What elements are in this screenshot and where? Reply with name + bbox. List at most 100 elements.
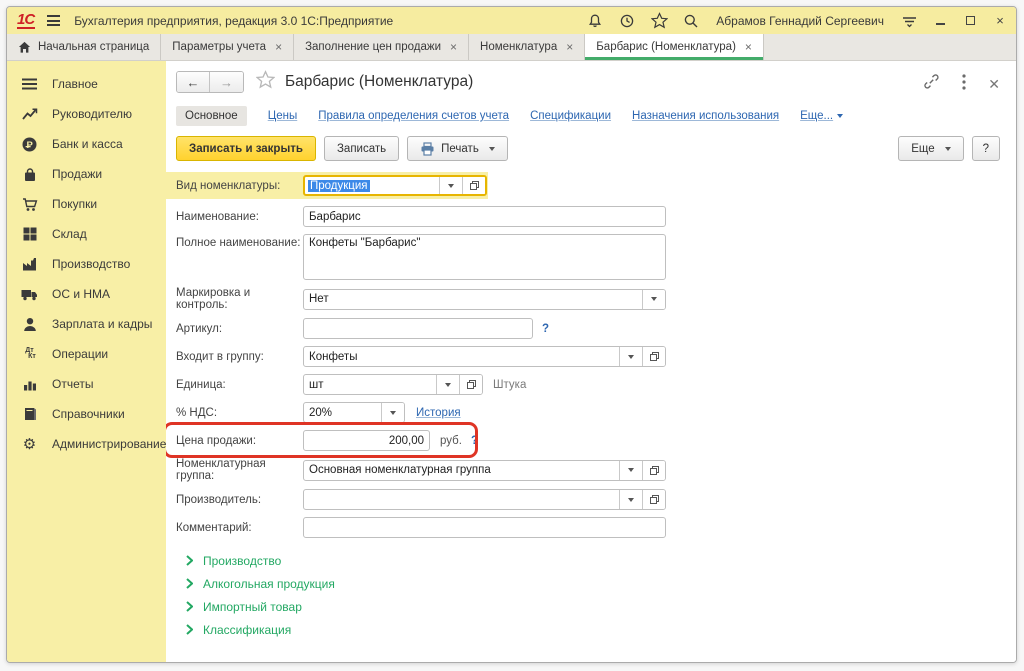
field-label: Артикул: — [176, 323, 303, 335]
tab-label: Барбарис (Номенклатура) — [596, 41, 736, 53]
dropdown-arrow-icon[interactable] — [439, 177, 462, 194]
sidebar-item-bank-i-kassa[interactable]: Р Банк и касса — [7, 129, 166, 159]
nav-specifikacii[interactable]: Спецификации — [530, 110, 611, 122]
sale-price-input[interactable] — [303, 430, 430, 451]
section-klassifikaciya[interactable]: Классификация — [186, 623, 1006, 636]
tab-nomenklatura[interactable]: Номенклатура × — [469, 34, 585, 60]
collapsible-sections: Производство Алкогольная продукция Импор… — [176, 545, 1006, 636]
marking-input[interactable] — [304, 290, 642, 309]
sidebar-item-operacii[interactable]: ДтКт Операции — [7, 339, 166, 369]
sidebar-item-prodazhi[interactable]: Продажи — [7, 159, 166, 189]
favorites-star-icon[interactable] — [650, 12, 668, 30]
unit-input[interactable] — [304, 375, 436, 394]
vat-combo[interactable] — [303, 402, 405, 423]
sidebar-item-otchety[interactable]: Отчеты — [7, 369, 166, 399]
sidebar-item-label: Отчеты — [52, 377, 93, 391]
nav-pravila-schetov[interactable]: Правила определения счетов учета — [318, 110, 509, 122]
sidebar-item-os-i-nma[interactable]: ОС и НМА — [7, 279, 166, 309]
save-button[interactable]: Записать — [324, 136, 399, 161]
more-actions-kebab-icon[interactable] — [962, 74, 966, 95]
notifications-bell-icon[interactable] — [586, 12, 604, 30]
nomenclature-group-input[interactable] — [304, 461, 619, 480]
tab-barbaris-active[interactable]: Барбарис (Номенклатура) × — [585, 34, 764, 60]
forward-button[interactable]: → — [210, 72, 243, 92]
chevron-right-icon — [186, 624, 193, 635]
nav-naznacheniya[interactable]: Назначения использования — [632, 110, 779, 122]
full-name-textarea[interactable]: Конфеты "Барбарис" — [303, 234, 666, 280]
open-icon[interactable] — [642, 490, 665, 509]
service-menu-icon[interactable] — [900, 12, 918, 30]
app-window: 1С Бухгалтерия предприятия, редакция 3.0… — [6, 6, 1017, 663]
marking-combo[interactable] — [303, 289, 666, 310]
open-icon[interactable] — [462, 177, 485, 194]
search-icon[interactable] — [682, 12, 700, 30]
sidebar-item-administrirovanie[interactable]: ⚙ Администрирование — [7, 429, 166, 459]
minimize-button[interactable] — [932, 13, 948, 29]
help-button[interactable]: ? — [972, 136, 1000, 161]
tab-zapolnenie-cen[interactable]: Заполнение цен продажи × — [294, 34, 469, 60]
name-input[interactable] — [303, 206, 666, 227]
open-icon[interactable] — [642, 461, 665, 480]
nav-osnovnoe[interactable]: Основное — [176, 106, 247, 126]
article-input[interactable] — [303, 318, 533, 339]
main-menu-icon[interactable] — [47, 15, 60, 26]
parent-group-input[interactable] — [304, 347, 619, 366]
truck-icon — [21, 286, 38, 302]
dropdown-arrow-icon[interactable] — [436, 375, 459, 394]
sidebar-item-label: Покупки — [52, 197, 97, 211]
user-name[interactable]: Абрамов Геннадий Сергеевич — [716, 14, 884, 28]
maximize-button[interactable] — [962, 13, 978, 29]
save-and-close-button[interactable]: Записать и закрыть — [176, 136, 316, 161]
field-label: Вид номенклатуры: — [176, 180, 303, 192]
dropdown-arrow-icon[interactable] — [381, 403, 404, 422]
sidebar-item-pokupki[interactable]: Покупки — [7, 189, 166, 219]
dropdown-arrow-icon[interactable] — [619, 490, 642, 509]
close-tab-icon[interactable]: × — [566, 40, 573, 54]
dropdown-arrow-icon[interactable] — [619, 461, 642, 480]
svg-text:Р: Р — [27, 140, 34, 151]
sidebar-item-spravochniki[interactable]: Справочники — [7, 399, 166, 429]
sidebar-item-rukovoditelyu[interactable]: Руководителю — [7, 99, 166, 129]
home-icon — [18, 41, 31, 54]
section-proizvodstvo[interactable]: Производство — [186, 554, 1006, 567]
sidebar-item-zarplata-i-kadry[interactable]: Зарплата и кадры — [7, 309, 166, 339]
sidebar-item-sklad[interactable]: Склад — [7, 219, 166, 249]
back-button[interactable]: ← — [177, 72, 210, 92]
close-tab-icon[interactable]: × — [450, 40, 457, 54]
help-icon[interactable]: ? — [471, 435, 478, 447]
tab-parametry-ucheta[interactable]: Параметры учета × — [161, 34, 294, 60]
close-tab-icon[interactable]: × — [745, 40, 752, 54]
producer-input[interactable] — [304, 490, 619, 509]
section-importnyj-tovar[interactable]: Импортный товар — [186, 600, 1006, 613]
open-icon[interactable] — [459, 375, 482, 394]
section-alkogolnaya-produkciya[interactable]: Алкогольная продукция — [186, 577, 1006, 590]
dropdown-arrow-icon[interactable] — [619, 347, 642, 366]
sidebar-item-glavnoe[interactable]: Главное — [7, 69, 166, 99]
producer-combo[interactable] — [303, 489, 666, 510]
nomenclature-group-combo[interactable] — [303, 460, 666, 481]
close-form-icon[interactable]: ✕ — [988, 76, 1000, 93]
print-button[interactable]: Печать — [407, 136, 508, 161]
nav-more[interactable]: Еще... — [800, 110, 843, 122]
more-button[interactable]: Еще — [898, 136, 963, 161]
vat-history-link[interactable]: История — [416, 407, 461, 419]
favorite-star-icon[interactable] — [256, 70, 275, 94]
open-icon[interactable] — [642, 347, 665, 366]
close-tab-icon[interactable]: × — [275, 40, 282, 54]
history-icon[interactable] — [618, 12, 636, 30]
gear-icon: ⚙ — [21, 436, 38, 452]
get-link-icon[interactable] — [923, 73, 940, 95]
comment-input[interactable] — [303, 517, 666, 538]
dropdown-arrow-icon[interactable] — [642, 290, 665, 309]
tab-home[interactable]: Начальная страница — [7, 34, 161, 60]
vat-input[interactable] — [304, 403, 381, 422]
dtkt-icon: ДтКт — [21, 346, 38, 362]
sidebar-item-label: Руководителю — [52, 107, 132, 121]
help-icon[interactable]: ? — [542, 323, 549, 335]
unit-combo[interactable] — [303, 374, 483, 395]
close-window-button[interactable]: × — [992, 13, 1008, 29]
nav-ceny[interactable]: Цены — [268, 110, 298, 122]
sidebar-item-proizvodstvo[interactable]: Производство — [7, 249, 166, 279]
kind-combo[interactable]: Продукция — [303, 175, 487, 196]
parent-group-combo[interactable] — [303, 346, 666, 367]
